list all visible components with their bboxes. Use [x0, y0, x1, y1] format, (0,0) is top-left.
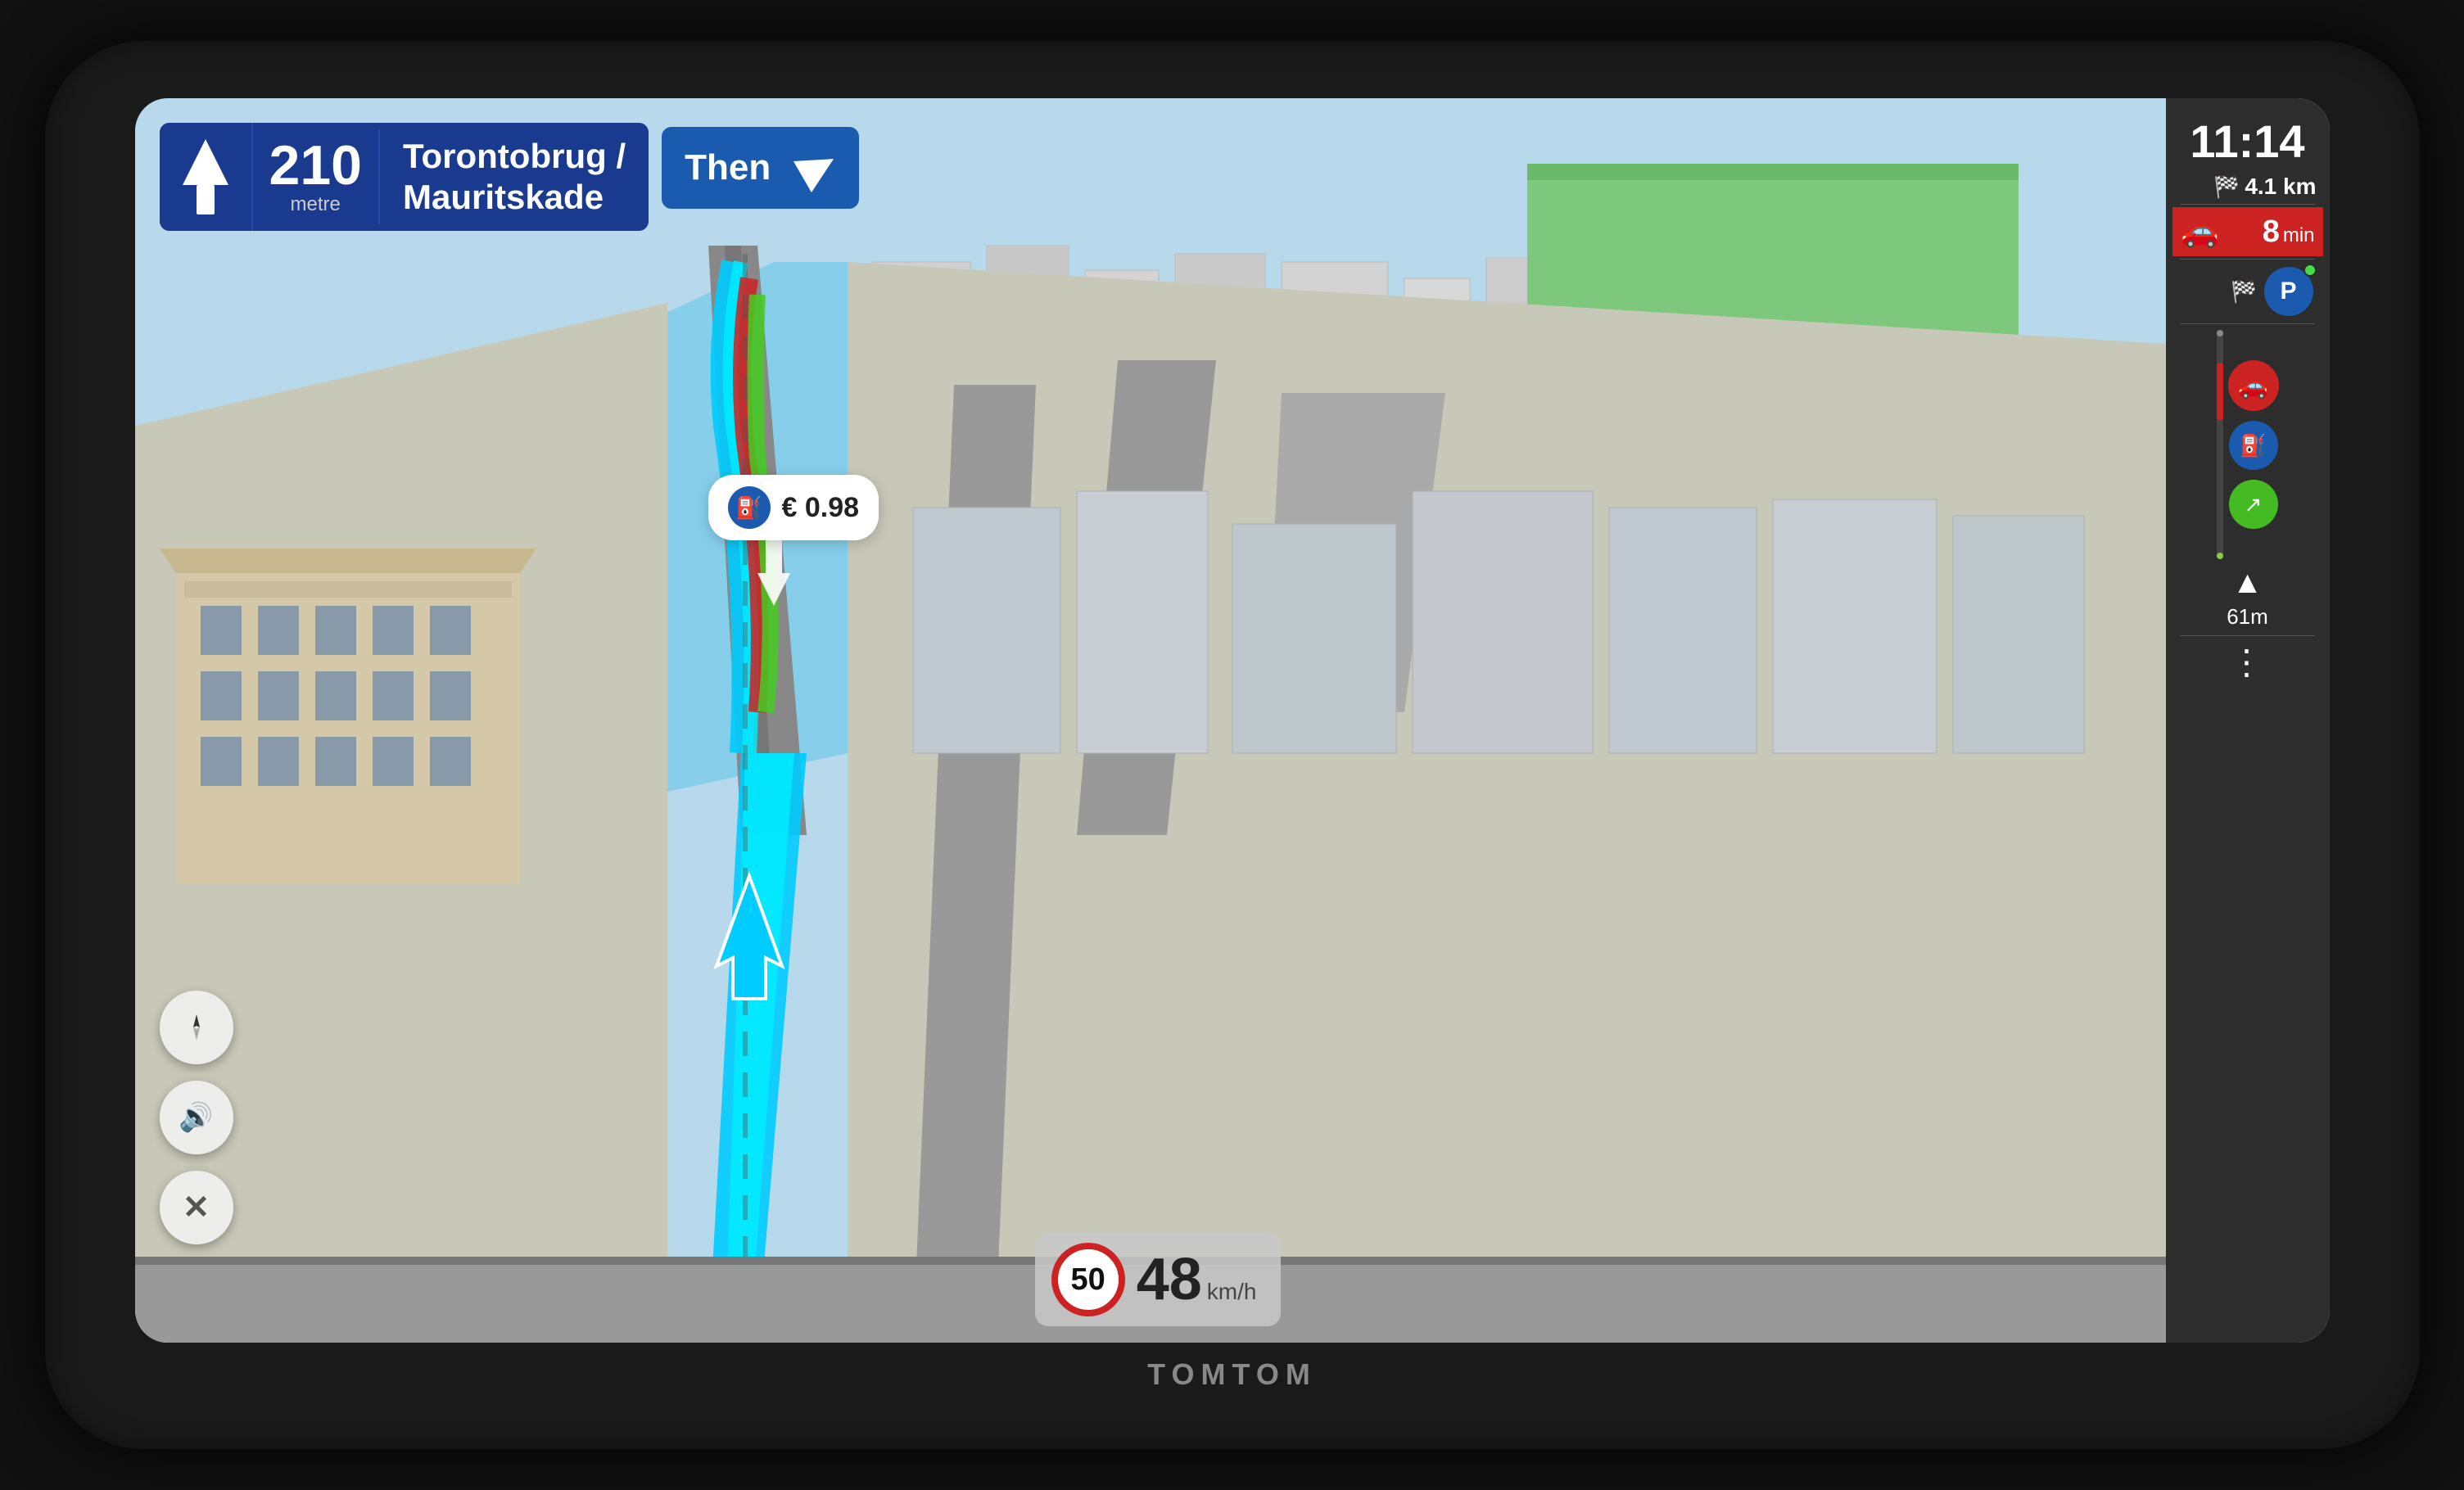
gas-station-marker[interactable]: ⛽ € 0.98 — [708, 475, 879, 540]
panel-distance-small: 61m — [2227, 604, 2268, 630]
separator-3 — [2180, 323, 2316, 324]
traffic-car-icon: 🚗 — [2181, 214, 2219, 250]
speed-info-container: 50 48 km/h — [1035, 1233, 1282, 1326]
gas-price: € 0.98 — [782, 492, 860, 524]
more-options-button[interactable]: ⋮ — [2230, 642, 2266, 682]
checkered-flag-icon: 🏁 — [2213, 174, 2240, 200]
device-body: 210 metre Torontobrug / Mauritskade Then… — [45, 41, 2420, 1449]
device-screen: 210 metre Torontobrug / Mauritskade Then… — [135, 98, 2330, 1343]
current-speed-value: 48 — [1137, 1246, 1202, 1313]
current-time: 11:14 — [2190, 115, 2304, 168]
current-speed-container: 48 km/h — [1137, 1246, 1257, 1313]
flag-icon: 🏁 — [2231, 279, 2257, 305]
right-panel: 11:14 🏁 4.1 km 🚗 8 min 🏁 P — [2166, 98, 2330, 1343]
separator-1 — [2180, 204, 2316, 205]
nav-distance-unit: metre — [291, 193, 341, 216]
nav-then-label: Then — [685, 147, 771, 188]
separator-2 — [2180, 259, 2316, 260]
eta-distance: 4.1 km — [2245, 174, 2316, 200]
separator-4 — [2180, 635, 2316, 636]
close-button[interactable]: ✕ — [160, 1171, 233, 1244]
nav-street-line1: Torontobrug / — [403, 136, 626, 177]
parking-button[interactable]: P — [2264, 267, 2313, 316]
map-scene — [135, 98, 2330, 1343]
speed-limit-sign: 50 — [1051, 1243, 1125, 1316]
nav-distance-container: 210 metre — [253, 129, 380, 224]
speed-unit: km/h — [1207, 1279, 1257, 1305]
sound-button[interactable]: 🔊 — [160, 1081, 233, 1154]
nav-arrow-container — [160, 123, 253, 231]
route-button[interactable]: ↗ — [2229, 480, 2278, 529]
compass-button[interactable] — [160, 991, 233, 1064]
traffic-car-button[interactable]: 🚗 — [2228, 360, 2279, 411]
nav-instruction-box[interactable]: 210 metre Torontobrug / Mauritskade — [160, 123, 649, 231]
gas-station-icon: ⛽ — [728, 486, 771, 529]
nav-distance-number: 210 — [269, 138, 362, 193]
brand-label: TOMTOM — [1147, 1357, 1317, 1392]
traffic-time-unit: min — [2283, 224, 2315, 247]
traffic-time-value: 8 — [2263, 214, 2280, 250]
close-icon: ✕ — [183, 1189, 210, 1226]
nav-then-box[interactable]: Then — [662, 127, 859, 209]
nav-header: 210 metre Torontobrug / Mauritskade Then — [160, 123, 860, 231]
gas-button[interactable]: ⛽ — [2229, 421, 2278, 470]
nav-street-container: Torontobrug / Mauritskade — [380, 124, 649, 231]
left-controls: 🔊 ✕ — [160, 991, 233, 1244]
nav-direction-arrow: ▲ — [2232, 566, 2263, 601]
parking-available-indicator — [2304, 264, 2317, 277]
speed-limit-value: 50 — [1071, 1262, 1105, 1298]
sound-icon: 🔊 — [179, 1101, 213, 1134]
nav-street-line2: Mauritskade — [403, 177, 626, 218]
